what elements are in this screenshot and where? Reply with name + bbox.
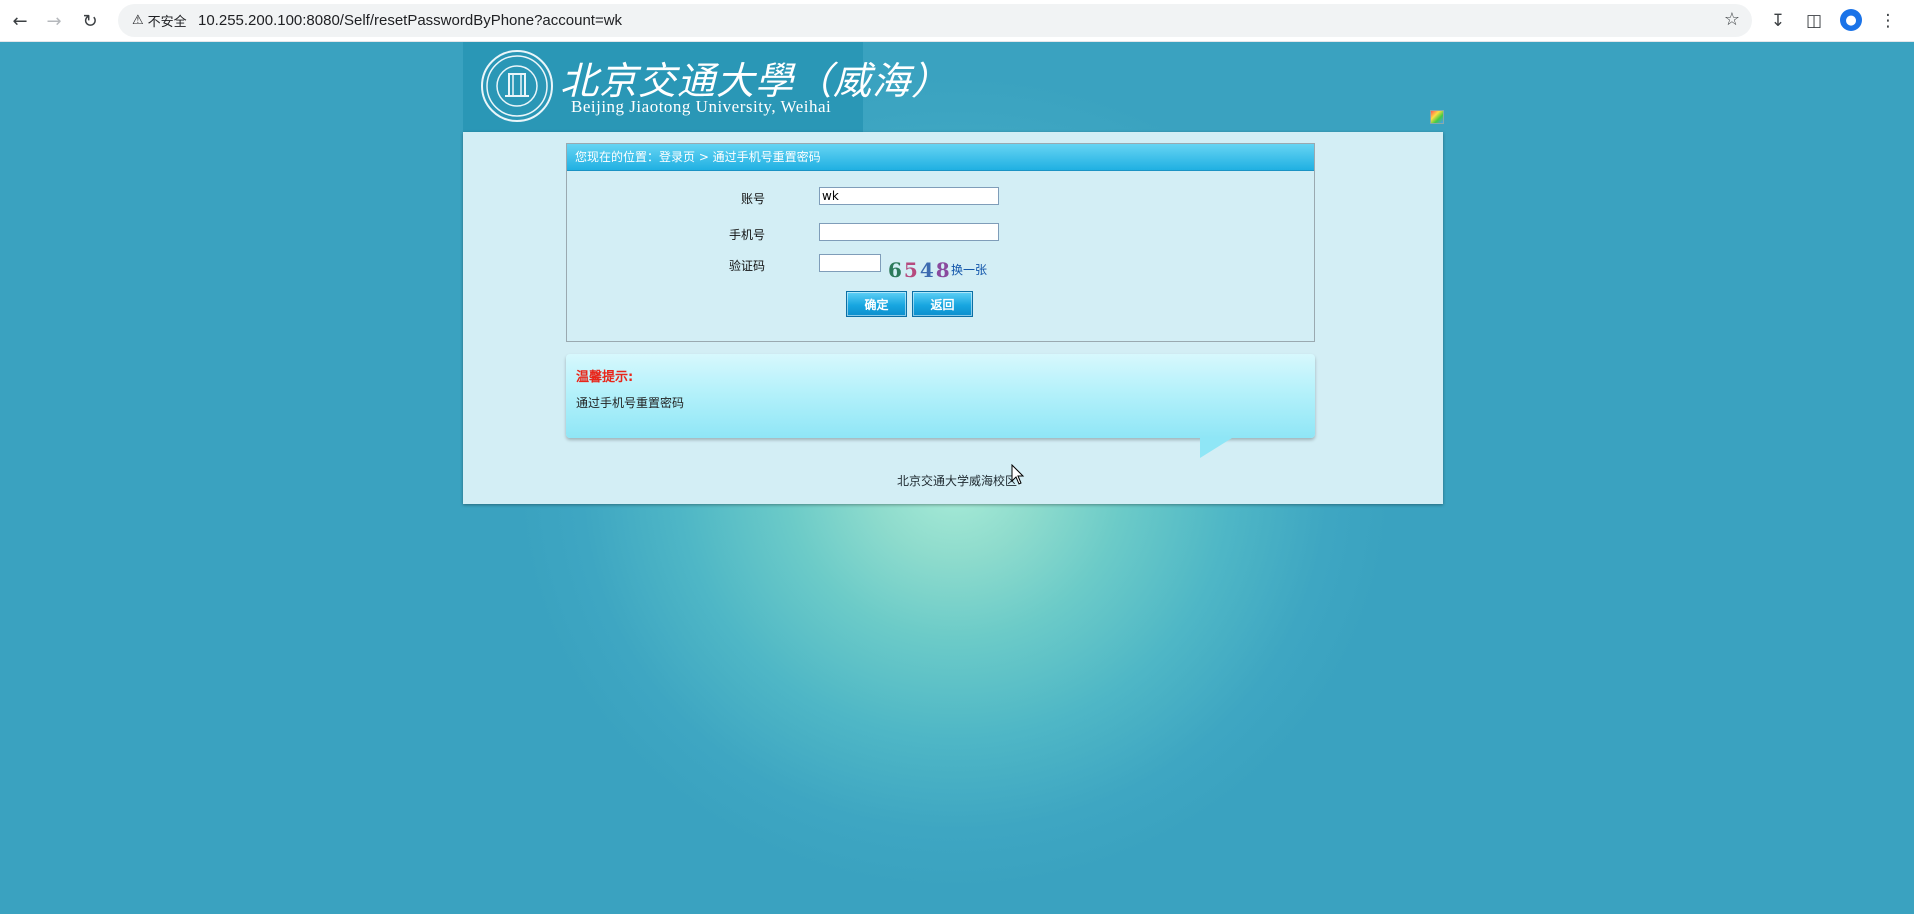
refresh-captcha-link[interactable]: 换一张: [951, 261, 987, 278]
captcha-char: 5: [903, 258, 920, 282]
tip-title: 温馨提示:: [576, 370, 634, 385]
speech-bubble-tail: [1200, 438, 1232, 458]
side-panel-icon[interactable]: ◫: [1800, 7, 1828, 35]
security-badge[interactable]: ⚠ 不安全: [126, 9, 195, 32]
breadcrumb-text: 您现在的位置：登录页 > 通过手机号重置密码: [575, 150, 821, 164]
account-label: 账号: [740, 192, 765, 206]
security-label: 不安全: [147, 15, 187, 30]
captcha-input[interactable]: [819, 254, 881, 272]
captcha-char: 6: [888, 258, 904, 282]
tip-text: 通过手机号重置密码: [576, 396, 685, 410]
university-logo: 北京交通大學（威海） Beijing Jiaotong University, …: [463, 42, 949, 132]
reload-button[interactable]: ↻: [75, 6, 105, 36]
breadcrumb: 您现在的位置：登录页 > 通过手机号重置密码: [567, 144, 1314, 171]
profile-icon[interactable]: ●: [1840, 9, 1862, 31]
kebab-menu-icon[interactable]: ⋮: [1874, 7, 1902, 35]
mouse-cursor-icon: [1011, 464, 1025, 485]
arrow-right-icon: →: [46, 10, 62, 32]
captcha-char: 4: [919, 258, 936, 282]
account-input[interactable]: [819, 187, 999, 205]
captcha-label: 验证码: [728, 259, 765, 273]
university-seal-icon: [481, 50, 553, 122]
phone-label: 手机号: [728, 228, 765, 242]
back-button-form[interactable]: 返回: [912, 291, 973, 317]
back-button[interactable]: ←: [5, 6, 35, 36]
reset-form: 您现在的位置：登录页 > 通过手机号重置密码 账号 手机号 验证码 6548 换…: [566, 143, 1315, 342]
url-text[interactable]: 10.255.200.100:8080/Self/resetPasswordBy…: [198, 12, 622, 29]
tip-box: 温馨提示: 通过手机号重置密码: [566, 354, 1315, 458]
confirm-button[interactable]: 确定: [846, 291, 907, 317]
broken-image-icon: [1430, 110, 1444, 124]
logo-english-name: Beijing Jiaotong University, Weihai: [571, 97, 832, 116]
arrow-left-icon: ←: [12, 10, 28, 32]
address-bar[interactable]: ⚠ 不安全 10.255.200.100:8080/Self/resetPass…: [118, 4, 1752, 37]
star-icon[interactable]: ☆: [1724, 9, 1740, 30]
download-icon[interactable]: ↧: [1764, 7, 1792, 35]
main-panel: 您现在的位置：登录页 > 通过手机号重置密码 账号 手机号 验证码 6548 换…: [463, 132, 1443, 504]
captcha-image[interactable]: 6548: [888, 258, 950, 282]
phone-input[interactable]: [819, 223, 999, 241]
footer-text: 北京交通大学威海校区: [896, 474, 1017, 488]
browser-toolbar: ← → ↻ ⚠ 不安全 10.255.200.100:8080/Self/res…: [0, 0, 1914, 42]
warning-icon: ⚠: [132, 13, 144, 28]
page-body: 北京交通大學（威海） Beijing Jiaotong University, …: [0, 42, 1914, 914]
forward-button[interactable]: →: [39, 6, 69, 36]
reload-icon: ↻: [82, 10, 98, 32]
captcha-char: 8: [935, 258, 952, 282]
